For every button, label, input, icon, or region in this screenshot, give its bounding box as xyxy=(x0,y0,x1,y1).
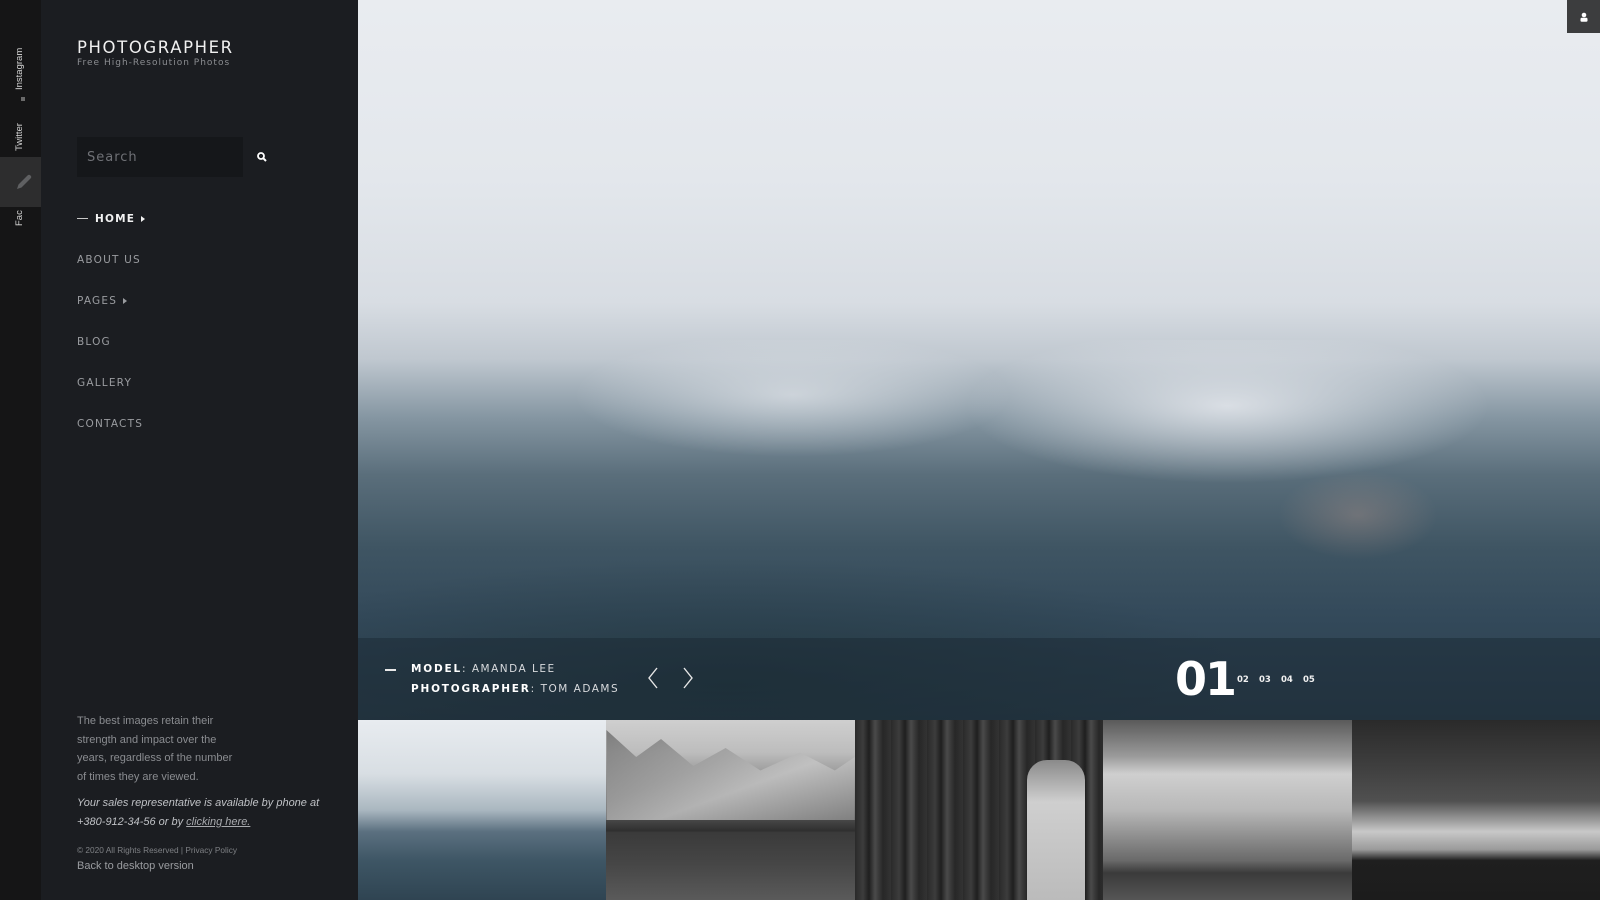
chevron-right-icon[interactable] xyxy=(676,663,698,693)
photographer-name: TOM ADAMS xyxy=(540,683,620,695)
privacy-policy-link[interactable]: Privacy Policy xyxy=(185,845,237,855)
slide-indicator[interactable]: 02 xyxy=(1237,675,1249,685)
caption-dash xyxy=(385,669,396,671)
back-to-desktop-link[interactable]: Back to desktop version xyxy=(77,860,194,872)
search-icon xyxy=(257,152,267,162)
social-strip: Instagram Twitter Fac xyxy=(0,0,47,900)
search-box xyxy=(77,137,267,177)
chevron-left-icon[interactable] xyxy=(643,663,665,693)
slide-indicator[interactable]: 04 xyxy=(1281,675,1293,685)
nav-label: HOME xyxy=(95,212,136,225)
hero-slider: MODEL: AMANDA LEE PHOTOGRAPHER: TOM ADAM… xyxy=(358,0,1600,720)
main-nav: HOME ABOUT US PAGES BLOG GALLERY CONTACT… xyxy=(77,198,146,444)
caret-right-icon xyxy=(123,297,128,304)
nav-item-gallery[interactable]: GALLERY xyxy=(77,362,145,403)
thumbnail-fog-road[interactable] xyxy=(1103,720,1352,900)
nav-item-blog[interactable]: BLOG xyxy=(77,321,145,362)
about-text: The best images retain their strength an… xyxy=(77,715,233,783)
slide-indicator[interactable]: 03 xyxy=(1259,675,1271,685)
social-link-instagram[interactable]: Instagram xyxy=(14,48,25,90)
hero-image-detail xyxy=(1278,470,1438,560)
photographer-credit: PHOTOGRAPHER: TOM ADAMS xyxy=(411,683,620,695)
slide-indicator-current[interactable]: 01 xyxy=(1175,652,1237,706)
model-label: MODEL xyxy=(411,663,462,675)
sales-text: Your sales representative is available b… xyxy=(77,794,337,831)
thumbnail-stormy-coast[interactable] xyxy=(1351,720,1600,900)
nav-label: ABOUT US xyxy=(77,253,141,266)
social-link-facebook[interactable]: Fac xyxy=(14,210,25,226)
edit-button[interactable] xyxy=(0,157,47,207)
nav-label: PAGES xyxy=(77,294,118,307)
nav-item-home[interactable]: HOME xyxy=(77,198,146,239)
nav-item-contacts[interactable]: CONTACTS xyxy=(77,403,145,444)
thumbnail-misty-mountain[interactable] xyxy=(358,720,607,900)
copyright-text: © 2020 All Rights Reserved | xyxy=(77,845,186,855)
nav-item-pages[interactable]: PAGES xyxy=(77,280,145,321)
thumbnail-strip xyxy=(358,720,1600,900)
social-separator xyxy=(21,97,25,101)
nav-label: BLOG xyxy=(77,335,111,348)
nav-label: GALLERY xyxy=(77,376,133,389)
sidebar: PHOTOGRAPHER Free High-Resolution Photos… xyxy=(41,0,358,900)
model-credit: MODEL: AMANDA LEE xyxy=(411,663,556,675)
active-indicator xyxy=(77,217,88,220)
thumbnail-woman-trees[interactable] xyxy=(854,720,1104,900)
copyright: © 2020 All Rights Reserved | Privacy Pol… xyxy=(77,845,237,855)
slide-caption-bar: MODEL: AMANDA LEE PHOTOGRAPHER: TOM ADAM… xyxy=(358,638,1600,720)
user-account-button[interactable] xyxy=(1567,0,1600,33)
caret-right-icon xyxy=(141,215,146,222)
contact-link[interactable]: clicking here. xyxy=(186,816,250,828)
model-name: AMANDA LEE xyxy=(471,663,556,675)
nav-item-about-us[interactable]: ABOUT US xyxy=(77,239,145,280)
photographer-label: PHOTOGRAPHER xyxy=(411,683,531,695)
social-link-twitter[interactable]: Twitter xyxy=(14,123,25,151)
user-icon xyxy=(1580,12,1587,22)
search-button[interactable] xyxy=(257,137,267,177)
site-title[interactable]: PHOTOGRAPHER xyxy=(77,38,234,57)
thumbnail-mountain-lake[interactable] xyxy=(606,720,855,900)
site-tagline: Free High-Resolution Photos xyxy=(77,58,231,68)
pencil-icon xyxy=(16,174,31,189)
search-input[interactable] xyxy=(77,149,257,165)
slide-indicator[interactable]: 05 xyxy=(1303,675,1315,685)
nav-label: CONTACTS xyxy=(77,417,144,430)
